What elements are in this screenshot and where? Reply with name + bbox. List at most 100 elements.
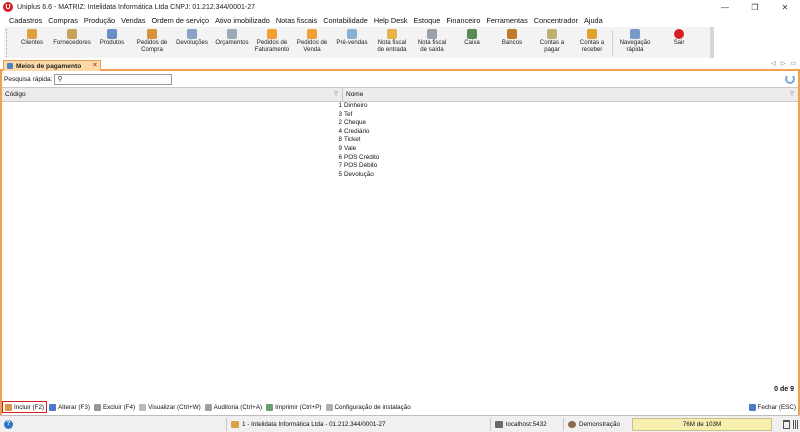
- table-row[interactable]: 3 Tef: [2, 111, 798, 120]
- auditoria-icon: [204, 403, 212, 411]
- maximize-button[interactable]: ❐: [740, 0, 770, 14]
- toolbar-produtos-button[interactable]: Produtos: [92, 27, 132, 58]
- toolbar-pedidos-venda-button[interactable]: Pedidos de Venda: [292, 27, 332, 58]
- toolbar-navegacao-rapida-label: Navegação rápida: [619, 39, 651, 53]
- table-row[interactable]: 7 POS Débito: [2, 162, 798, 171]
- menu-help-desk[interactable]: Help Desk: [371, 16, 411, 25]
- tab-label: Meios de pagamento: [16, 62, 82, 70]
- alterar-button[interactable]: Alterar (F3): [47, 401, 92, 413]
- tab-list-icon[interactable]: ▭: [790, 60, 796, 67]
- table-row[interactable]: 2 Cheque: [2, 119, 798, 128]
- toolbar-nota-saida-button[interactable]: Nota fiscal de saída: [412, 27, 452, 58]
- pedidos-compra-icon: [147, 29, 157, 39]
- configuracao-instalacao-button[interactable]: Configuração de instalação: [324, 401, 413, 413]
- status-user: Demonstração: [563, 418, 620, 431]
- toolbar-pedidos-compra-button[interactable]: Pedidos de Compra: [132, 27, 172, 58]
- status-user-text: Demonstração: [579, 421, 620, 428]
- cell-codigo: 6: [338, 153, 342, 161]
- toolbar-orcamentos-button[interactable]: Orçamentos: [212, 27, 252, 58]
- alterar-label: Alterar (F3): [58, 403, 90, 411]
- table-row[interactable]: 9 Vale: [2, 145, 798, 154]
- memory-indicator[interactable]: 76M de 103M: [632, 418, 772, 431]
- title-bar: U Uniplus 6.6 - MATRIZ: Intelidata Infor…: [0, 0, 800, 14]
- cell-nome: Vale: [344, 144, 357, 152]
- menu-ajuda[interactable]: Ajuda: [581, 16, 606, 25]
- menu-vendas[interactable]: Vendas: [118, 16, 148, 25]
- tab-meios-de-pagamento[interactable]: Meios de pagamento ×: [3, 60, 101, 71]
- menu-ferramentas[interactable]: Ferramentas: [483, 16, 530, 25]
- menu-concentrador[interactable]: Concentrador: [531, 16, 581, 25]
- column-header-codigo[interactable]: Código ▽: [2, 88, 343, 101]
- table-row[interactable]: 1 Dinheiro: [2, 102, 798, 111]
- server-icon: [495, 421, 503, 428]
- alterar-icon: [49, 403, 57, 411]
- excluir-button[interactable]: Excluir (F4): [92, 401, 137, 413]
- close-window-button[interactable]: ✕: [770, 0, 800, 14]
- nota-entrada-icon: [387, 29, 397, 39]
- auditoria-button[interactable]: Auditoria (Ctrl+A): [203, 401, 264, 413]
- menu-notas-fiscais[interactable]: Notas fiscais: [273, 16, 320, 25]
- toolbar-contas-receber-button[interactable]: Contas a receber: [572, 27, 612, 58]
- incluir-icon: [5, 403, 12, 411]
- toolbar-devolucoes-button[interactable]: Devoluções: [172, 27, 212, 58]
- refresh-icon[interactable]: [785, 74, 795, 84]
- tab-close-icon[interactable]: ×: [93, 62, 97, 69]
- toolbar-contas-receber-label: Contas a receber: [579, 39, 605, 53]
- contas-receber-icon: [587, 29, 597, 39]
- toolbar-fornecedores-button[interactable]: Fornecedores: [52, 27, 92, 58]
- search-input[interactable]: [62, 74, 163, 84]
- tab-prev-icon[interactable]: ◁: [771, 60, 776, 67]
- visualizar-button[interactable]: Visualizar (Ctrl+W): [137, 401, 203, 413]
- toolbar-nota-entrada-button[interactable]: Nota fiscal de entrada: [372, 27, 412, 58]
- cell-nome: POS Débito: [344, 162, 378, 170]
- cell-codigo: 2: [338, 119, 342, 127]
- trash-icon[interactable]: [783, 420, 790, 429]
- menu-producao[interactable]: Produção: [81, 16, 118, 25]
- table-row[interactable]: 6 POS Crédito: [2, 154, 798, 163]
- fechar-button[interactable]: Fechar (ESC): [747, 401, 799, 413]
- toolbar-pre-vendas-button[interactable]: Pré-vendas: [332, 27, 372, 58]
- column-header-nome-label: Nome: [346, 91, 364, 98]
- toolbar-clientes-button[interactable]: Clientes: [12, 27, 52, 58]
- contas-pagar-icon: [547, 29, 557, 39]
- toolbar-pedidos-faturamento-button[interactable]: Pedidos de Faturamento: [252, 27, 292, 58]
- actions-bar: Incluir (F2) Alterar (F3) Excluir (F4) Visu…: [2, 400, 798, 414]
- cell-nome: Cheque: [344, 119, 367, 127]
- record-count: 0 de 9: [774, 386, 794, 393]
- tab-next-icon[interactable]: ▷: [781, 60, 786, 67]
- menu-contabilidade[interactable]: Contabilidade: [320, 16, 371, 25]
- toolbar-navegacao-rapida-button[interactable]: Navegação rápida: [613, 27, 657, 58]
- bancos-icon: [507, 29, 517, 39]
- toolbar-sair-button[interactable]: Sair: [657, 27, 701, 58]
- toolbar-grip[interactable]: [6, 29, 10, 57]
- menu-ativo-imobilizado[interactable]: Ativo imobilizado: [212, 16, 273, 25]
- fechar-icon: [748, 403, 756, 411]
- menu-cadastros[interactable]: Cadastros: [6, 16, 45, 25]
- toolbar-sair-label: Sair: [673, 39, 685, 46]
- table-row[interactable]: 5 Devolução: [2, 171, 798, 180]
- incluir-button[interactable]: Incluir (F2): [2, 401, 48, 413]
- table-row[interactable]: 4 Crediário: [2, 128, 798, 137]
- menu-ordem-de-servico[interactable]: Ordem de serviço: [148, 16, 212, 25]
- toolbar-caixa-button[interactable]: Caixa: [452, 27, 492, 58]
- pre-vendas-icon: [347, 29, 357, 39]
- status-server-text: localhost:5432: [506, 421, 547, 428]
- toolbar-contas-pagar-label: Contas a pagar: [539, 39, 565, 53]
- minimize-button[interactable]: —: [710, 0, 740, 14]
- search-box[interactable]: ⚲: [54, 73, 173, 85]
- toolbar-bancos-button[interactable]: Bancos: [492, 27, 532, 58]
- table-row[interactable]: 8 Ticket: [2, 136, 798, 145]
- toolbar-contas-pagar-button[interactable]: Contas a pagar: [532, 27, 572, 58]
- menu-estoque[interactable]: Estoque: [411, 16, 444, 25]
- imprimir-label: Imprimir (Ctrl+P): [275, 403, 322, 411]
- cell-codigo: 8: [338, 136, 342, 144]
- column-header-nome[interactable]: Nome ▽: [343, 88, 798, 101]
- cell-codigo: 5: [338, 170, 342, 178]
- help-icon[interactable]: ?: [4, 419, 13, 429]
- menu-financeiro[interactable]: Financeiro: [443, 16, 483, 25]
- app-logo-icon: U: [3, 2, 13, 12]
- toolbar-bancos-label: Bancos: [501, 39, 523, 46]
- imprimir-button[interactable]: Imprimir (Ctrl+P): [264, 401, 323, 413]
- excluir-label: Excluir (F4): [102, 403, 136, 411]
- menu-compras[interactable]: Compras: [45, 16, 81, 25]
